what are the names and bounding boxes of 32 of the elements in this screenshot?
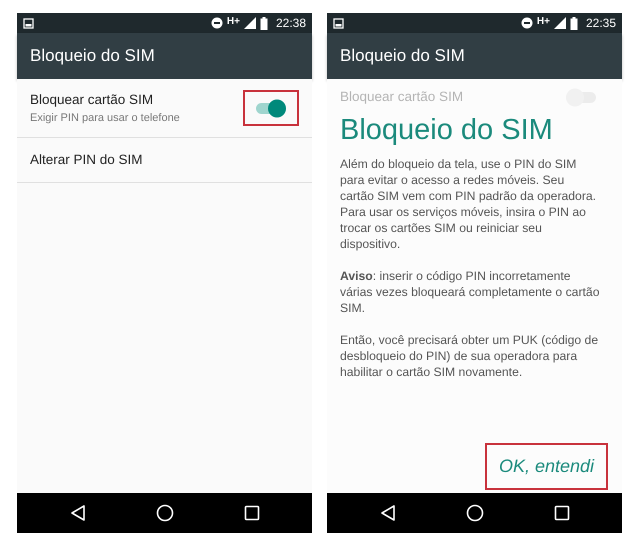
toggle-switch[interactable]: [253, 96, 289, 119]
screen-title: Bloqueio do SIM: [30, 45, 155, 68]
dialog-paragraph: Além do bloqueio da tela, use o PIN do SIM para evitar o acesso a redes móveis. Seu cartão SIM vem com PIN padrão da operadora. Para usar os serviços móveis, insira o PIN ao trocar os cartões SIM ou reiniciar seu dispositivo.: [340, 156, 598, 252]
back-icon[interactable]: [380, 504, 396, 522]
settings-item[interactable]: Bloquear cartão SIM Exigir PIN para usar o telefone: [17, 79, 312, 138]
network-type: H+: [536, 15, 550, 29]
clock: 22:38: [276, 15, 306, 32]
do-not-disturb-icon: [210, 17, 223, 29]
back-icon[interactable]: [70, 504, 86, 522]
item-title: Bloquear cartão SIM: [30, 90, 154, 109]
dialog-heading: Bloqueio do SIM: [340, 115, 554, 147]
dialog-paragraph: Então, você precisará obter um PUK (código de desbloqueio do PIN) de sua operadora para habilitar o cartão SIM novamente.: [340, 332, 600, 380]
battery-icon: [570, 16, 578, 30]
image-notification-icon: [333, 18, 344, 28]
network-type: H+: [226, 15, 240, 29]
clock: 22:35: [586, 15, 616, 32]
image-notification-icon: [23, 18, 34, 28]
item-subtitle: Exigir PIN para usar o telefone: [30, 110, 181, 126]
dialog-paragraph: Aviso: inserir o código PIN incorretamente várias vezes bloqueará completamente o cartão SIM.: [340, 268, 600, 316]
do-not-disturb-icon: [520, 17, 533, 29]
settings-item[interactable]: Alterar PIN do SIM: [17, 138, 312, 183]
battery-icon: [260, 16, 268, 30]
home-icon[interactable]: [466, 504, 484, 522]
item-title: Bloquear cartão SIM: [340, 88, 464, 106]
ok-button[interactable]: OK, entendi: [484, 443, 608, 490]
signal-icon: [244, 17, 256, 29]
home-icon[interactable]: [156, 504, 174, 522]
signal-icon: [554, 17, 566, 29]
screen-title: Bloqueio do SIM: [340, 45, 465, 68]
item-title: Alterar PIN do SIM: [30, 150, 144, 169]
recents-icon[interactable]: [244, 505, 260, 521]
recents-icon[interactable]: [554, 505, 570, 521]
